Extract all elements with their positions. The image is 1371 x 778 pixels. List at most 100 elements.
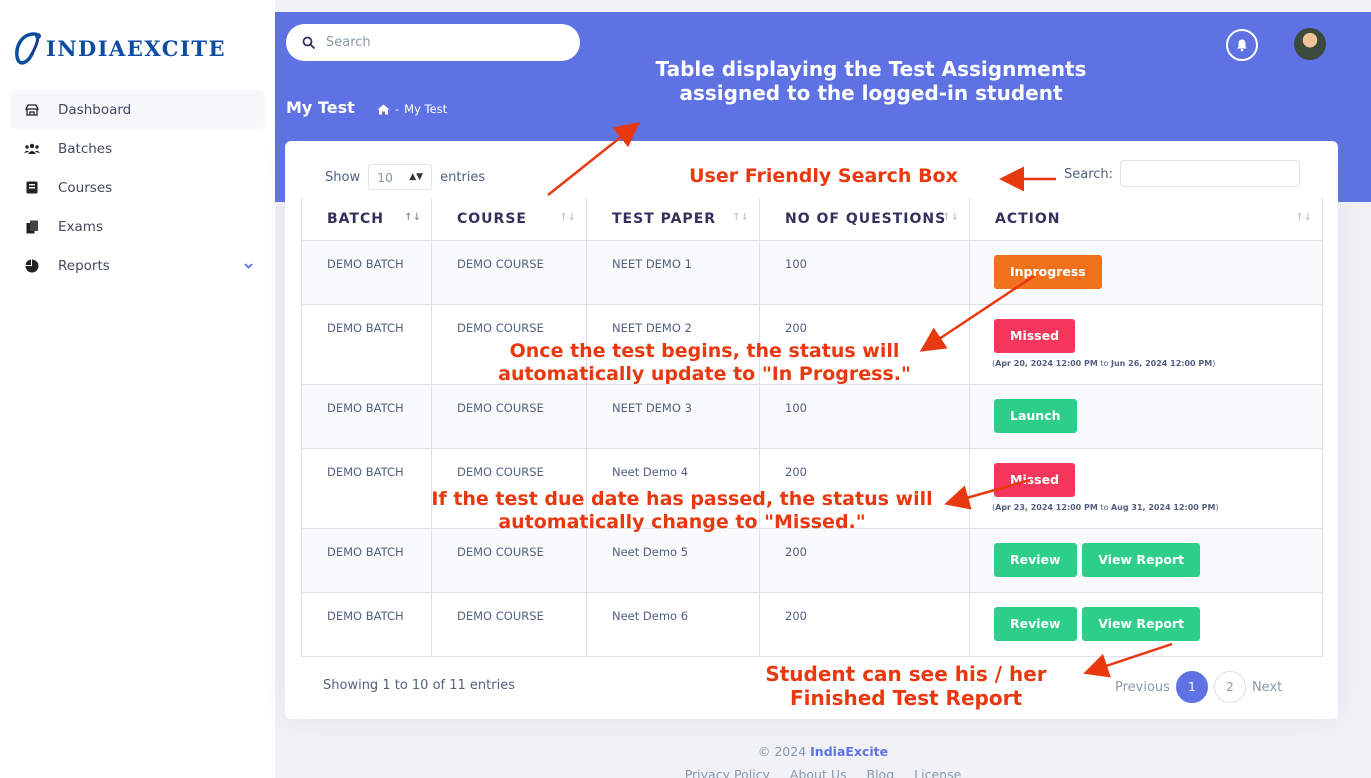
table-search-label: Search: — [1064, 167, 1114, 182]
show-label: Show — [325, 169, 361, 185]
cell-test-paper: NEET DEMO 3 — [586, 383, 760, 449]
footer-brand-link[interactable]: IndiaExcite — [810, 744, 888, 759]
annotation-line: Table displaying the Test Assignments — [655, 57, 1087, 81]
column-header-questions[interactable]: NO OF QUESTIONS ↑↓ — [759, 198, 970, 241]
sidebar-item-courses[interactable]: Courses — [10, 168, 265, 207]
cell-batch: DEMO BATCH — [301, 383, 432, 449]
cell-action: Review View Report — [969, 527, 1323, 593]
sidebar-item-label: Batches — [58, 140, 113, 157]
sidebar-item-dashboard[interactable]: Dashboard — [10, 90, 265, 129]
sort-icon: ↑↓ — [559, 212, 576, 223]
next-button[interactable]: Next — [1252, 680, 1282, 695]
date-joiner: to — [1100, 358, 1109, 368]
inprogress-button[interactable]: Inprogress — [994, 254, 1102, 289]
annotation-line: automatically update to "In Progress." — [498, 362, 911, 385]
annotation-search: User Friendly Search Box — [689, 165, 958, 187]
cell-questions: 200 — [759, 527, 970, 593]
column-header-batch[interactable]: BATCH ↑↓ — [301, 198, 432, 241]
annotation-report: Student can see his / her Finished Test … — [726, 662, 1086, 710]
breadcrumb-current[interactable]: My Test — [404, 102, 447, 116]
cell-action: Missed (Apr 20, 2024 12:00 PM to Jun 26,… — [969, 303, 1323, 385]
cell-batch: DEMO BATCH — [301, 303, 432, 385]
annotation-line: assigned to the logged-in student — [679, 81, 1063, 105]
cell-test-paper: NEET DEMO 1 — [586, 239, 760, 305]
column-label: NO OF QUESTIONS — [785, 210, 947, 227]
previous-button[interactable]: Previous — [1115, 680, 1170, 695]
footer-link-blog[interactable]: Blog — [867, 767, 895, 778]
cell-batch: DEMO BATCH — [301, 591, 432, 657]
due-date-range: (Apr 20, 2024 12:00 PM to Jun 26, 2024 1… — [992, 358, 1216, 368]
annotation-line: If the test due date has passed, the sta… — [431, 488, 933, 510]
cell-action: Launch — [969, 383, 1323, 449]
cell-questions: 100 — [759, 383, 970, 449]
column-header-test-paper[interactable]: TEST PAPER ↑↓ — [586, 198, 760, 241]
sidebar-item-exams[interactable]: Exams — [10, 207, 265, 246]
annotation-line: Once the test begins, the status will — [509, 340, 900, 362]
sidebar-item-label: Reports — [58, 257, 110, 274]
table-info: Showing 1 to 10 of 11 entries — [323, 678, 515, 693]
due-date-range: (Apr 23, 2024 12:00 PM to Aug 31, 2024 1… — [992, 502, 1219, 512]
missed-button[interactable]: Missed — [994, 462, 1076, 497]
cell-action: Inprogress — [969, 239, 1323, 305]
table-search-input[interactable] — [1120, 160, 1300, 187]
cell-course: DEMO COURSE — [431, 591, 587, 657]
entries-label: entries — [440, 169, 486, 185]
brand-logo[interactable]: INDIAEXCITE — [12, 28, 226, 68]
footer-link-license[interactable]: License — [914, 767, 961, 778]
test-table-card: Show 10 ▲▼ entries Search: BATCH ↑↓ COURS… — [285, 141, 1338, 719]
table-row: DEMO BATCH DEMO COURSE Neet Demo 5 200 R… — [301, 527, 1323, 593]
search-icon — [302, 36, 316, 49]
table-row: DEMO BATCH DEMO COURSE Neet Demo 6 200 R… — [301, 591, 1323, 657]
sidebar-item-batches[interactable]: Batches — [10, 129, 265, 168]
footer-link-about[interactable]: About Us — [790, 767, 847, 778]
copy-icon — [24, 219, 40, 235]
page-button-1[interactable]: 1 — [1175, 671, 1208, 703]
sidebar-item-label: Courses — [58, 179, 113, 196]
table-row: DEMO BATCH DEMO COURSE NEET DEMO 1 100 I… — [301, 239, 1323, 305]
sort-icon: ↑↓ — [732, 212, 749, 223]
sidebar-item-label: Exams — [58, 218, 103, 235]
pagination: Previous 1 2 Next — [1115, 671, 1282, 703]
table-header-row: BATCH ↑↓ COURSE ↑↓ TEST PAPER ↑↓ NO OF QUES… — [301, 198, 1323, 241]
review-button[interactable]: Review — [994, 606, 1077, 641]
column-label: COURSE — [457, 210, 527, 227]
search-input[interactable]: Search — [286, 24, 580, 61]
home-icon[interactable] — [377, 104, 390, 115]
footer-link-privacy[interactable]: Privacy Policy — [685, 767, 770, 778]
test-table: BATCH ↑↓ COURSE ↑↓ TEST PAPER ↑↓ NO OF QUES… — [301, 198, 1323, 657]
entries-select-value: 10 — [377, 169, 393, 185]
column-header-course[interactable]: COURSE ↑↓ — [431, 198, 587, 241]
cell-batch: DEMO BATCH — [301, 239, 432, 305]
cell-questions: 100 — [759, 239, 970, 305]
view-report-button[interactable]: View Report — [1082, 606, 1201, 641]
search-placeholder: Search — [326, 35, 371, 50]
missed-button[interactable]: Missed — [994, 318, 1076, 353]
cell-questions: 200 — [759, 591, 970, 657]
sidebar-item-reports[interactable]: Reports — [10, 246, 265, 285]
column-header-action[interactable]: ACTION ↑↓ — [969, 198, 1323, 241]
pie-chart-icon — [24, 258, 40, 274]
cell-course: DEMO COURSE — [431, 527, 587, 593]
sidebar-item-label: Dashboard — [58, 101, 132, 118]
date-from: Apr 20, 2024 12:00 PM — [995, 358, 1098, 368]
annotation-line: Student can see his / her — [765, 662, 1047, 686]
sort-icon: ↑↓ — [1295, 212, 1312, 223]
entries-select[interactable]: 10 ▲▼ — [368, 164, 433, 190]
column-label: ACTION — [995, 210, 1061, 227]
logo-icon — [15, 32, 41, 65]
column-label: TEST PAPER — [612, 210, 717, 227]
view-report-button[interactable]: View Report — [1082, 542, 1201, 577]
breadcrumb-separator: - — [395, 102, 400, 116]
annotation-line: Finished Test Report — [789, 686, 1023, 710]
user-avatar[interactable] — [1292, 26, 1328, 62]
notifications-button[interactable] — [1226, 29, 1258, 61]
bell-icon — [1237, 39, 1247, 52]
review-button[interactable]: Review — [994, 542, 1077, 577]
sidebar: INDIAEXCITE Dashboard Batches Courses Ex… — [0, 0, 275, 778]
footer-links: Privacy Policy About Us Blog License — [275, 767, 1371, 778]
footer: © 2024 IndiaExcite Privacy Policy About … — [275, 744, 1371, 778]
page-button-2[interactable]: 2 — [1213, 671, 1246, 703]
launch-button[interactable]: Launch — [994, 398, 1077, 433]
logo-text: INDIAEXCITE — [46, 35, 226, 61]
book-icon — [24, 180, 40, 196]
